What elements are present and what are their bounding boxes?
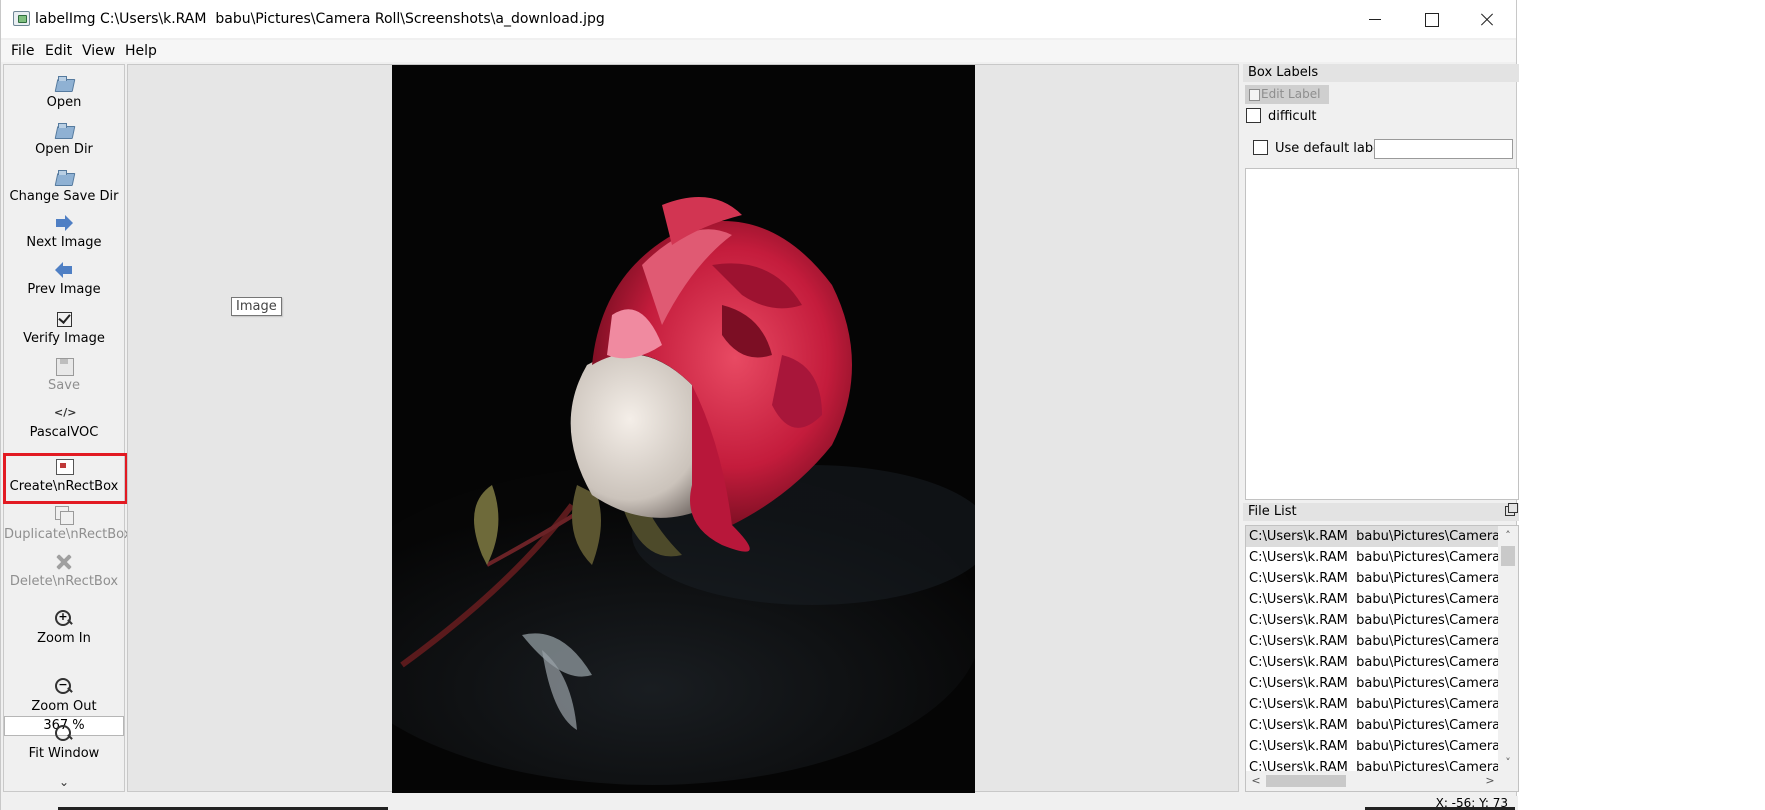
zoom-out-button[interactable]: − Zoom Out — [4, 677, 124, 714]
verify-image-label: Verify Image — [23, 331, 105, 346]
menu-view[interactable]: View — [82, 43, 115, 59]
file-list-item[interactable]: C:\Users\k.RAM babu\Pictures\Camera — [1246, 715, 1499, 736]
file-list[interactable]: C:\Users\k.RAM babu\Pictures\Camera C:\U… — [1245, 525, 1519, 792]
fit-window-label: Fit Window — [28, 746, 100, 761]
fit-window-icon — [54, 724, 74, 744]
minimize-button[interactable] — [1347, 0, 1403, 38]
change-save-dir-button[interactable]: Change Save Dir — [4, 167, 124, 204]
toolbar-extension-button[interactable]: ⌄ — [4, 775, 124, 789]
rose-image — [392, 65, 975, 793]
delete-rectbox-button[interactable]: Delete\nRectBox — [4, 552, 124, 589]
save-label: Save — [48, 378, 80, 393]
change-save-dir-label: Change Save Dir — [9, 189, 119, 204]
delete-rectbox-label: Delete\nRectBox — [9, 574, 119, 589]
format-label: PascalVOC — [29, 425, 99, 440]
vertical-scroll-thumb[interactable] — [1501, 546, 1515, 566]
arrow-right-icon — [54, 213, 74, 233]
horizontal-scroll-thumb[interactable] — [1266, 775, 1346, 787]
file-list-item[interactable]: C:\Users\k.RAM babu\Pictures\Camera — [1246, 568, 1499, 589]
horizontal-scrollbar[interactable]: < > — [1246, 771, 1518, 791]
chevron-down-icon: ⌄ — [58, 775, 70, 789]
create-rectbox-button[interactable]: Create\nRectBox — [4, 457, 124, 494]
file-list-item[interactable]: C:\Users\k.RAM babu\Pictures\Camera — [1246, 736, 1499, 757]
duplicate-rectbox-button[interactable]: Duplicate\nRectBox — [4, 505, 132, 542]
float-window-icon[interactable] — [1505, 503, 1518, 516]
fit-window-button[interactable]: Fit Window — [4, 724, 124, 761]
canvas-tooltip: Image — [231, 297, 282, 316]
create-rectbox-label: Create\nRectBox — [9, 479, 119, 494]
open-dir-button[interactable]: Open Dir — [4, 120, 124, 157]
open-dir-label: Open Dir — [35, 142, 93, 157]
file-list-item[interactable]: C:\Users\k.RAM babu\Pictures\Camera — [1246, 589, 1499, 610]
maximize-button[interactable] — [1403, 0, 1459, 38]
save-button[interactable]: Save — [4, 356, 124, 393]
code-icon: </> — [54, 406, 77, 419]
difficult-label: difficult — [1268, 109, 1317, 124]
folder-icon — [54, 167, 74, 187]
close-button[interactable] — [1459, 0, 1515, 38]
difficult-checkbox[interactable] — [1246, 108, 1261, 123]
zoom-in-label: Zoom In — [37, 631, 91, 646]
scroll-right-icon[interactable]: > — [1480, 771, 1500, 791]
delete-icon — [54, 552, 74, 572]
rose-photo[interactable] — [392, 65, 975, 793]
folder-icon — [54, 73, 74, 93]
app-icon — [13, 11, 30, 26]
format-toggle-button[interactable]: </> PascalVOC — [4, 403, 124, 440]
scroll-left-icon[interactable]: < — [1246, 771, 1266, 791]
open-label: Open — [46, 95, 82, 110]
next-image-label: Next Image — [26, 235, 102, 250]
next-image-button[interactable]: Next Image — [4, 213, 124, 250]
zoom-out-icon: − — [54, 677, 74, 697]
box-labels-title: Box Labels — [1243, 64, 1519, 82]
verify-image-button[interactable]: Verify Image — [4, 309, 124, 346]
create-box-icon — [54, 457, 74, 477]
prev-image-label: Prev Image — [27, 282, 101, 297]
menu-help[interactable]: Help — [125, 43, 157, 59]
prev-image-button[interactable]: Prev Image — [4, 260, 124, 297]
file-list-item[interactable]: C:\Users\k.RAM babu\Pictures\Camera — [1246, 694, 1499, 715]
arrow-left-icon — [54, 260, 74, 280]
vertical-scrollbar[interactable]: ˄ ˅ — [1498, 526, 1518, 773]
file-list-item[interactable]: C:\Users\k.RAM babu\Pictures\Camera — [1246, 526, 1499, 547]
file-list-title-text: File List — [1248, 504, 1297, 519]
scroll-up-icon[interactable]: ˄ — [1498, 526, 1518, 546]
box-labels-list[interactable] — [1245, 168, 1519, 500]
scroll-down-icon[interactable]: ˅ — [1498, 753, 1518, 773]
file-list-title: File List — [1243, 503, 1519, 521]
menu-edit[interactable]: Edit — [45, 43, 72, 59]
image-canvas[interactable]: Image — [127, 64, 1239, 793]
zoom-in-icon: + — [54, 609, 74, 629]
title-bar: labelImg C:\Users\k.RAM babu\Pictures\Ca… — [1, 0, 1516, 38]
menu-bar: File Edit View Help — [1, 40, 1516, 62]
window-title: labelImg C:\Users\k.RAM babu\Pictures\Ca… — [35, 11, 605, 27]
default-label-input[interactable] — [1374, 139, 1513, 159]
zoom-out-label: Zoom Out — [31, 699, 97, 714]
zoom-in-button[interactable]: + Zoom In — [4, 609, 124, 646]
file-list-item[interactable]: C:\Users\k.RAM babu\Pictures\Camera — [1246, 547, 1499, 568]
file-list-item[interactable]: C:\Users\k.RAM babu\Pictures\Camera — [1246, 757, 1499, 771]
file-list-item[interactable]: C:\Users\k.RAM babu\Pictures\Camera — [1246, 652, 1499, 673]
checkbox-icon — [54, 309, 74, 329]
edit-label-button[interactable]: Edit Label — [1245, 85, 1329, 104]
file-list-item[interactable]: C:\Users\k.RAM babu\Pictures\Camera — [1246, 631, 1499, 652]
file-list-item[interactable]: C:\Users\k.RAM babu\Pictures\Camera — [1246, 610, 1499, 631]
menu-file[interactable]: File — [11, 43, 34, 59]
use-default-label-label: Use default label — [1275, 141, 1385, 156]
copy-icon — [54, 505, 74, 525]
file-list-item[interactable]: C:\Users\k.RAM babu\Pictures\Camera — [1246, 673, 1499, 694]
labelimg-window: labelImg C:\Users\k.RAM babu\Pictures\Ca… — [0, 0, 1519, 810]
right-dock: Box Labels Edit Label difficult Use defa… — [1243, 64, 1519, 792]
open-button[interactable]: Open — [4, 73, 124, 110]
tool-bar: Open Open Dir Change Save Dir Next Image… — [3, 64, 132, 792]
duplicate-rectbox-label: Duplicate\nRectBox — [4, 527, 132, 542]
save-icon — [54, 356, 74, 376]
folder-icon — [54, 120, 74, 140]
use-default-label-checkbox[interactable] — [1253, 140, 1268, 155]
